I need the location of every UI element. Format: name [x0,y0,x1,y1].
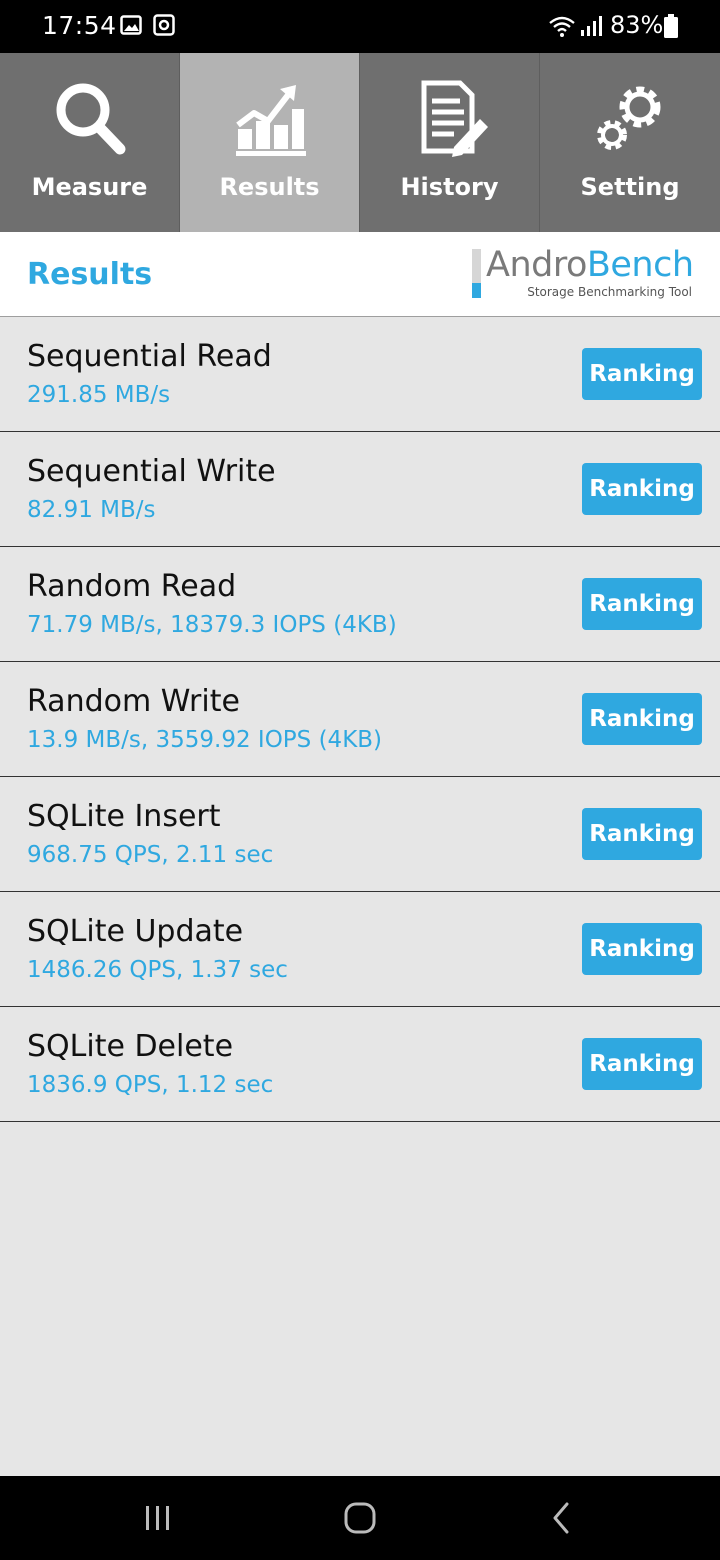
result-title: SQLite Delete [27,1029,234,1064]
result-title: Sequential Read [27,339,272,374]
result-row-sqlite-delete: SQLite Delete 1836.9 QPS, 1.12 sec Ranki… [0,1007,720,1122]
home-icon[interactable] [338,1496,382,1540]
result-row-random-write: Random Write 13.9 MB/s, 3559.92 IOPS (4K… [0,662,720,777]
tab-label: Measure [31,173,148,201]
ranking-button[interactable]: Ranking [582,693,702,745]
page-title: Results [27,257,153,292]
result-title: SQLite Update [27,914,244,949]
ranking-button[interactable]: Ranking [582,808,702,860]
ranking-button[interactable]: Ranking [582,348,702,400]
chart-icon [235,85,306,156]
result-title: Sequential Write [27,454,276,489]
result-row-sqlite-insert: SQLite Insert 968.75 QPS, 2.11 sec Ranki… [0,777,720,892]
result-value: 13.9 MB/s, 3559.92 IOPS (4KB) [27,727,383,753]
result-value: 71.79 MB/s, 18379.3 IOPS (4KB) [27,612,397,638]
tab-label: History [400,173,499,201]
battery-percent: 83% [610,11,664,39]
result-row-sqlite-update: SQLite Update 1486.26 QPS, 1.37 sec Rank… [0,892,720,1007]
result-value: 82.91 MB/s [27,497,156,523]
logo-text: AndroBench [486,245,694,285]
battery-icon [664,14,678,38]
result-row-sequential-write: Sequential Write 82.91 MB/s Ranking [0,432,720,547]
gear-icon [597,86,661,150]
ranking-button[interactable]: Ranking [582,923,702,975]
result-value: 1486.26 QPS, 1.37 sec [27,957,288,983]
result-value: 968.75 QPS, 2.11 sec [27,842,274,868]
result-title: Random Write [27,684,240,719]
result-title: SQLite Insert [27,799,221,834]
screen-record-icon [153,14,175,36]
result-title: Random Read [27,569,237,604]
status-bar: 17:54 83% [0,0,720,53]
signal-icon [581,16,602,36]
results-header: Results AndroBench Storage Benchmarking … [0,232,720,317]
result-value: 291.85 MB/s [27,382,171,408]
result-value: 1836.9 QPS, 1.12 sec [27,1072,274,1098]
result-row-random-read: Random Read 71.79 MB/s, 18379.3 IOPS (4K… [0,547,720,662]
tab-bar: Measure Results History Setting [0,53,720,232]
recent-apps-icon[interactable] [136,1496,180,1540]
tab-setting[interactable]: Setting [540,53,720,232]
back-icon[interactable] [540,1496,584,1540]
document-icon [421,80,488,157]
ranking-button[interactable]: Ranking [582,578,702,630]
logo-bar [472,249,481,283]
status-time: 17:54 [42,11,117,40]
tab-results[interactable]: Results [180,53,360,232]
results-list: Sequential Read 291.85 MB/s Ranking Sequ… [0,317,720,1122]
system-nav-bar [0,1476,720,1560]
androbench-logo: AndroBench Storage Benchmarking Tool [472,245,702,304]
tab-label: Results [219,173,320,201]
logo-bar-accent [472,283,481,298]
wifi-icon [549,16,575,37]
ranking-button[interactable]: Ranking [582,463,702,515]
logo-subtitle: Storage Benchmarking Tool [527,285,692,299]
search-icon [56,83,125,155]
result-row-sequential-read: Sequential Read 291.85 MB/s Ranking [0,317,720,432]
tab-label: Setting [580,173,680,201]
tab-measure[interactable]: Measure [0,53,180,232]
gallery-icon [120,15,142,35]
tab-history[interactable]: History [360,53,540,232]
ranking-button[interactable]: Ranking [582,1038,702,1090]
